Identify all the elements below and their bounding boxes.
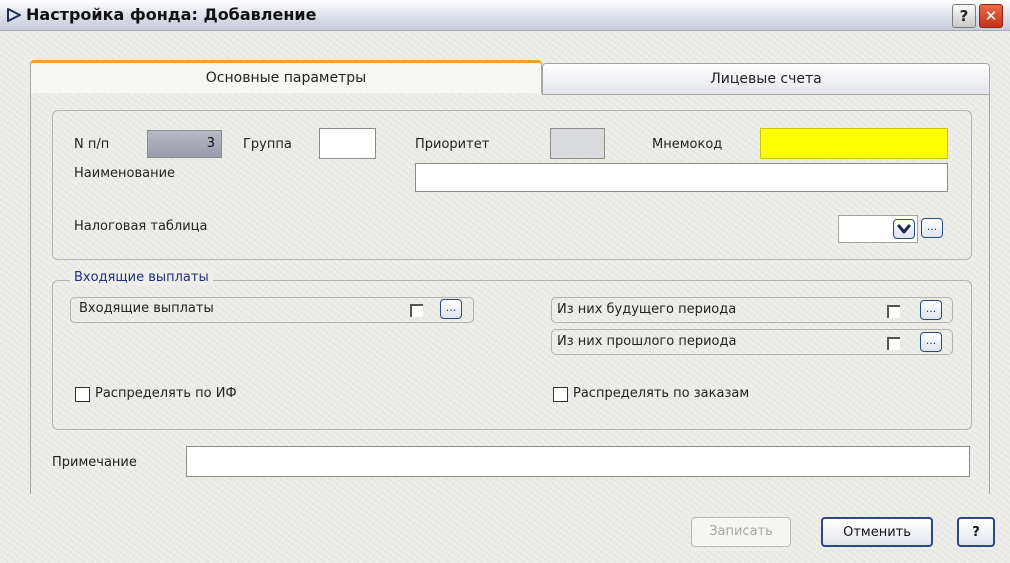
title-help-button[interactable]: ? xyxy=(952,4,976,28)
group-field[interactable] xyxy=(319,128,376,159)
window-title: Настройка фонда: Добавление xyxy=(26,5,317,24)
help-button[interactable]: ? xyxy=(957,517,995,547)
distribute-if-checkbox[interactable] xyxy=(75,387,90,402)
triangle-outline-icon xyxy=(7,8,21,22)
mnemocode-field[interactable] xyxy=(760,128,948,159)
mnemocode-label: Мнемокод xyxy=(652,137,723,152)
incoming-payments-checkbox[interactable] xyxy=(410,304,423,317)
note-label: Примечание xyxy=(52,455,137,470)
future-period-checkbox[interactable] xyxy=(887,305,900,318)
cancel-button[interactable]: Отменить xyxy=(821,517,933,547)
tax-table-select[interactable] xyxy=(838,215,918,243)
number-label: N п/п xyxy=(74,137,110,152)
future-period-label: Из них будущего периода xyxy=(557,302,737,317)
distribute-orders-checkbox[interactable] xyxy=(553,387,568,402)
tax-table-browse-button[interactable]: ... xyxy=(921,218,943,238)
title-bar: Настройка фонда: Добавление ? ✕ xyxy=(0,0,1010,31)
incoming-group-title: Входящие выплаты xyxy=(70,270,213,285)
distribute-if-label: Распределять по ИФ xyxy=(95,386,237,401)
name-field[interactable] xyxy=(415,163,948,192)
past-period-checkbox[interactable] xyxy=(887,337,900,350)
close-button[interactable]: ✕ xyxy=(979,4,1003,28)
past-period-browse-button[interactable]: ... xyxy=(920,332,942,352)
group-label: Группа xyxy=(243,137,292,152)
priority-label: Приоритет xyxy=(415,137,490,152)
future-period-browse-button[interactable]: ... xyxy=(920,300,942,320)
number-field[interactable]: 3 xyxy=(147,130,222,158)
chevron-down-icon[interactable] xyxy=(893,219,915,239)
note-field[interactable] xyxy=(186,446,970,477)
past-period-label: Из них прошлого периода xyxy=(557,334,737,349)
name-label: Наименование xyxy=(74,166,176,181)
save-button[interactable]: Записать xyxy=(691,517,791,547)
distribute-orders-label: Распределять по заказам xyxy=(573,386,750,401)
incoming-payments-label: Входящие выплаты xyxy=(79,301,214,316)
fund-settings-window: Настройка фонда: Добавление ? ✕ Основные… xyxy=(0,0,1010,563)
incoming-payments-browse-button[interactable]: ... xyxy=(440,299,462,319)
tab-personal-accounts[interactable]: Лицевые счета xyxy=(542,63,990,95)
tax-table-label: Налоговая таблица xyxy=(74,219,208,234)
priority-field[interactable] xyxy=(550,128,605,159)
tab-main-parameters[interactable]: Основные параметры xyxy=(30,60,542,93)
